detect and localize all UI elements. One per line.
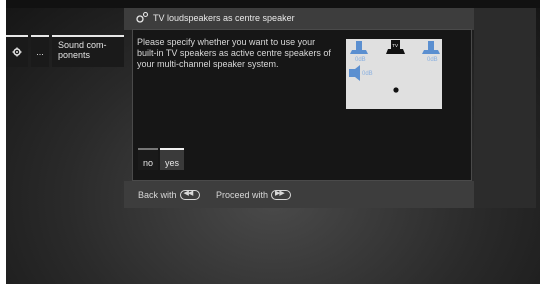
rewind-key-icon: ◀◀: [179, 190, 200, 200]
breadcrumb-sound-components-label: Sound com- ponents: [58, 40, 107, 60]
back-hint: Back with ◀◀: [138, 190, 200, 200]
side-speaker-label: 0dB: [362, 71, 373, 77]
forward-key-icon: ▶▶: [271, 190, 292, 200]
dialog-title: TV loudspeakers as centre speaker: [153, 13, 295, 23]
breadcrumb-ellipsis-label: ...: [36, 47, 44, 57]
speaker-diagram: 0dB TV 0dB 0dB: [346, 39, 442, 109]
option-no-label: no: [143, 158, 154, 168]
option-yes-label: yes: [165, 158, 180, 168]
side-speaker-icon: [349, 65, 360, 81]
right-side-panel: [474, 8, 536, 208]
option-no-button[interactable]: no: [138, 148, 158, 170]
tv-label: TV: [392, 43, 398, 48]
left-speaker-icon: [350, 41, 368, 54]
breadcrumb-ellipsis-tile[interactable]: ...: [31, 35, 49, 67]
right-speaker-label: 0dB: [427, 57, 438, 63]
gear-icon: [12, 47, 22, 57]
right-speaker-icon: [422, 41, 440, 54]
dialog-message: Please specify whether you want to use y…: [137, 37, 331, 69]
listener-position-icon: [393, 87, 399, 93]
option-yes-button[interactable]: yes: [160, 148, 184, 170]
back-label: Back with: [138, 190, 177, 200]
proceed-hint: Proceed with ▶▶: [216, 190, 292, 200]
tv-centre-icon: TV: [386, 40, 405, 54]
gear-settings-icon: [136, 11, 149, 23]
breadcrumb-sound-components-tile[interactable]: Sound com- ponents: [52, 35, 124, 67]
proceed-label: Proceed with: [216, 190, 269, 200]
speaker-layout-graphic: 0dB TV 0dB 0dB: [349, 40, 440, 93]
left-speaker-label: 0dB: [355, 57, 366, 63]
top-bar: [6, 0, 540, 8]
breadcrumb-settings-tile[interactable]: [6, 35, 28, 67]
